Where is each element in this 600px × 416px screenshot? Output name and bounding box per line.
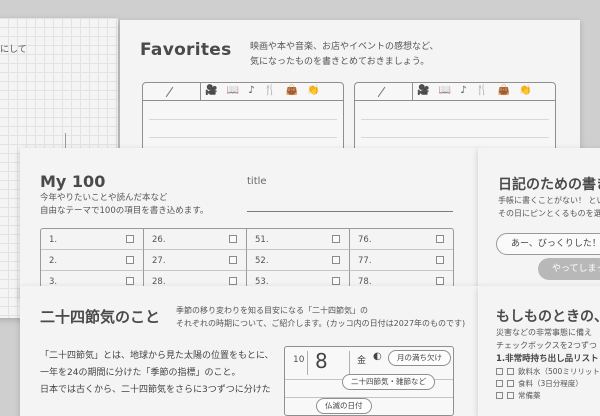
page-title: Favorites (140, 40, 232, 60)
nijushi-sekki-page: 二十四節気のこと 季節の移り変わりを知る目安になる「二十四節気」の それぞれの時… (20, 286, 480, 416)
writing-line (149, 119, 337, 120)
checkbox (496, 368, 503, 375)
title-write-line (247, 211, 453, 212)
page-description: 手帳に書くことがない！ とい その日にピンとくるものを選ん (498, 196, 600, 218)
checkbox (126, 256, 134, 264)
checkbox (229, 235, 237, 243)
page-fragment-text: にして (0, 45, 27, 55)
date-slash-cell (143, 83, 201, 100)
my100-page: My 100 今年やりたいことや読んだ本など 自由なテーマで100の項目を書き込… (20, 148, 480, 298)
title-label: title (247, 176, 267, 187)
callout-moon-phase: 月の満ち欠け (388, 350, 451, 366)
calendar-month: 10 (293, 355, 305, 365)
checkbox (496, 392, 503, 399)
list-item: 51. (247, 229, 350, 250)
checkbox (332, 277, 340, 285)
speech-bubble-shaded: やってしまった (538, 258, 600, 280)
category-icons: 🎥 📖 ♪ 🍴 👜 👏 (417, 85, 535, 96)
page-title: もしものときの、 (496, 309, 600, 325)
list-item: 76. (350, 229, 453, 250)
checkbox (436, 277, 444, 285)
checklist-item: 常備薬 (496, 390, 541, 401)
writing-line (149, 137, 337, 138)
callout-butsumetsu: 仏滅の日付 (316, 398, 372, 414)
page-title: 日記のための書き (498, 177, 600, 193)
list-item: 52. (247, 250, 350, 271)
checkbox (332, 235, 340, 243)
checkbox (436, 256, 444, 264)
checkbox (507, 368, 514, 375)
date-slash-cell (355, 83, 413, 100)
section-heading: 1.非常時持ち出し品リスト (496, 354, 599, 364)
moon-phase-icon: ◐ (373, 351, 382, 362)
page-description: 映画や本や音楽、お店やイベントの感想など、 気になったものを書きとめておきましょ… (250, 42, 439, 67)
divider-line (349, 351, 350, 375)
entry-header: 🎥 📖 ♪ 🍴 👜 👏 (355, 83, 555, 101)
checkbox (507, 380, 514, 387)
checkbox (436, 235, 444, 243)
diary-page: 日記のための書き 手帳に書くことがない！ とい その日にピンとくるものを選ん あ… (478, 148, 600, 298)
page-description: 災害などの非常事態に備え チェックボックスを2つずつ (496, 328, 597, 350)
page-title: My 100 (40, 172, 106, 191)
calendar-day: 8 (315, 349, 328, 373)
callout-solar-terms: 二十四節気・雑節など (342, 374, 435, 390)
list-item: 77. (350, 250, 453, 271)
checkbox (229, 256, 237, 264)
divider-line (285, 397, 453, 398)
divider-line (307, 351, 308, 375)
writing-line (361, 119, 549, 120)
list-item: 2. (41, 250, 144, 271)
writing-line (361, 137, 549, 138)
page-title: 二十四節気のこと (40, 308, 161, 326)
entry-header: 🎥 📖 ♪ 🍴 👜 👏 (143, 83, 343, 101)
checkbox (496, 380, 503, 387)
checkbox (332, 256, 340, 264)
category-icons: 🎥 📖 ♪ 🍴 👜 👏 (205, 85, 323, 96)
checkbox (126, 235, 134, 243)
page-description: 今年やりたいことや読んだ本など 自由なテーマで100の項目を書き込めます。 (40, 193, 209, 216)
checkbox (126, 277, 134, 285)
list-item: 27. (144, 250, 247, 271)
calendar-weekday: 金 (357, 356, 367, 366)
checklist-item: 食料（3日分程度） (496, 378, 583, 389)
page-description: 季節の移り変わりを知る目安になる「二十四節気」の それぞれの時期について、ご紹介… (176, 306, 466, 328)
speech-bubble: あー、びっくりした！ (496, 233, 600, 255)
list-item: 1. (41, 229, 144, 250)
checkbox (507, 392, 514, 399)
checkbox (229, 277, 237, 285)
emergency-page: もしものときの、 災害などの非常事態に備え チェックボックスを2つずつ 1.非常… (478, 286, 600, 416)
list-item: 26. (144, 229, 247, 250)
body-text: 「二十四節気」とは、地球から見た太陽の位置をもとに、 一年を24の期間に分けた「… (40, 351, 274, 395)
checklist-item: 飲料水（500ミリリットル (496, 366, 600, 377)
